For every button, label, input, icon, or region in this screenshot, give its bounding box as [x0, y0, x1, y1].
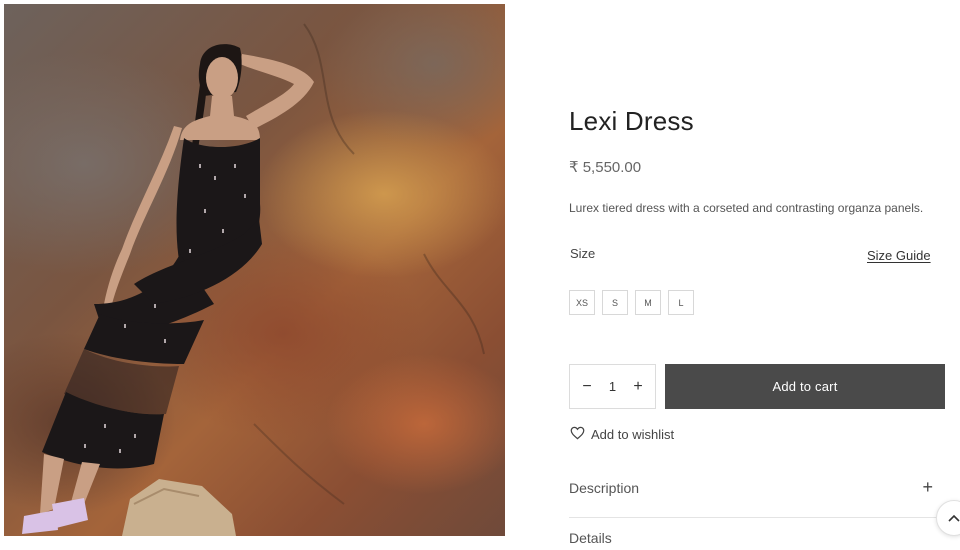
plus-icon: +: [922, 477, 933, 497]
product-description: Lurex tiered dress with a corseted and c…: [569, 201, 924, 215]
quantity-decrease-button[interactable]: −: [581, 378, 593, 396]
product-image[interactable]: [4, 4, 505, 536]
size-guide-link[interactable]: Size Guide: [867, 248, 931, 263]
add-to-wishlist-button[interactable]: Add to wishlist: [570, 426, 674, 443]
size-option-xs[interactable]: XS: [569, 290, 595, 315]
quantity-value[interactable]: 1: [609, 379, 616, 394]
quantity-increase-button[interactable]: +: [632, 378, 644, 396]
wishlist-label: Add to wishlist: [591, 427, 675, 442]
product-price: ₹ 5,550.00: [569, 159, 642, 176]
size-option-s[interactable]: S: [602, 290, 628, 315]
product-title: Lexi Dress: [569, 106, 694, 136]
size-option-m[interactable]: M: [635, 290, 661, 315]
quantity-stepper: − 1 +: [569, 364, 656, 409]
accordion-description[interactable]: Description +: [569, 477, 945, 518]
add-to-cart-button[interactable]: Add to cart: [665, 364, 945, 409]
accordion-description-label: Description: [569, 480, 640, 496]
size-options: XS S M L: [569, 290, 694, 315]
size-option-l[interactable]: L: [668, 290, 694, 315]
chevron-up-icon: [948, 509, 960, 527]
size-label: Size: [570, 246, 596, 261]
accordion-details-label: Details: [569, 530, 612, 546]
accordion-details[interactable]: Details: [569, 530, 945, 550]
heart-icon: [570, 426, 585, 443]
model-illustration: [22, 23, 485, 536]
